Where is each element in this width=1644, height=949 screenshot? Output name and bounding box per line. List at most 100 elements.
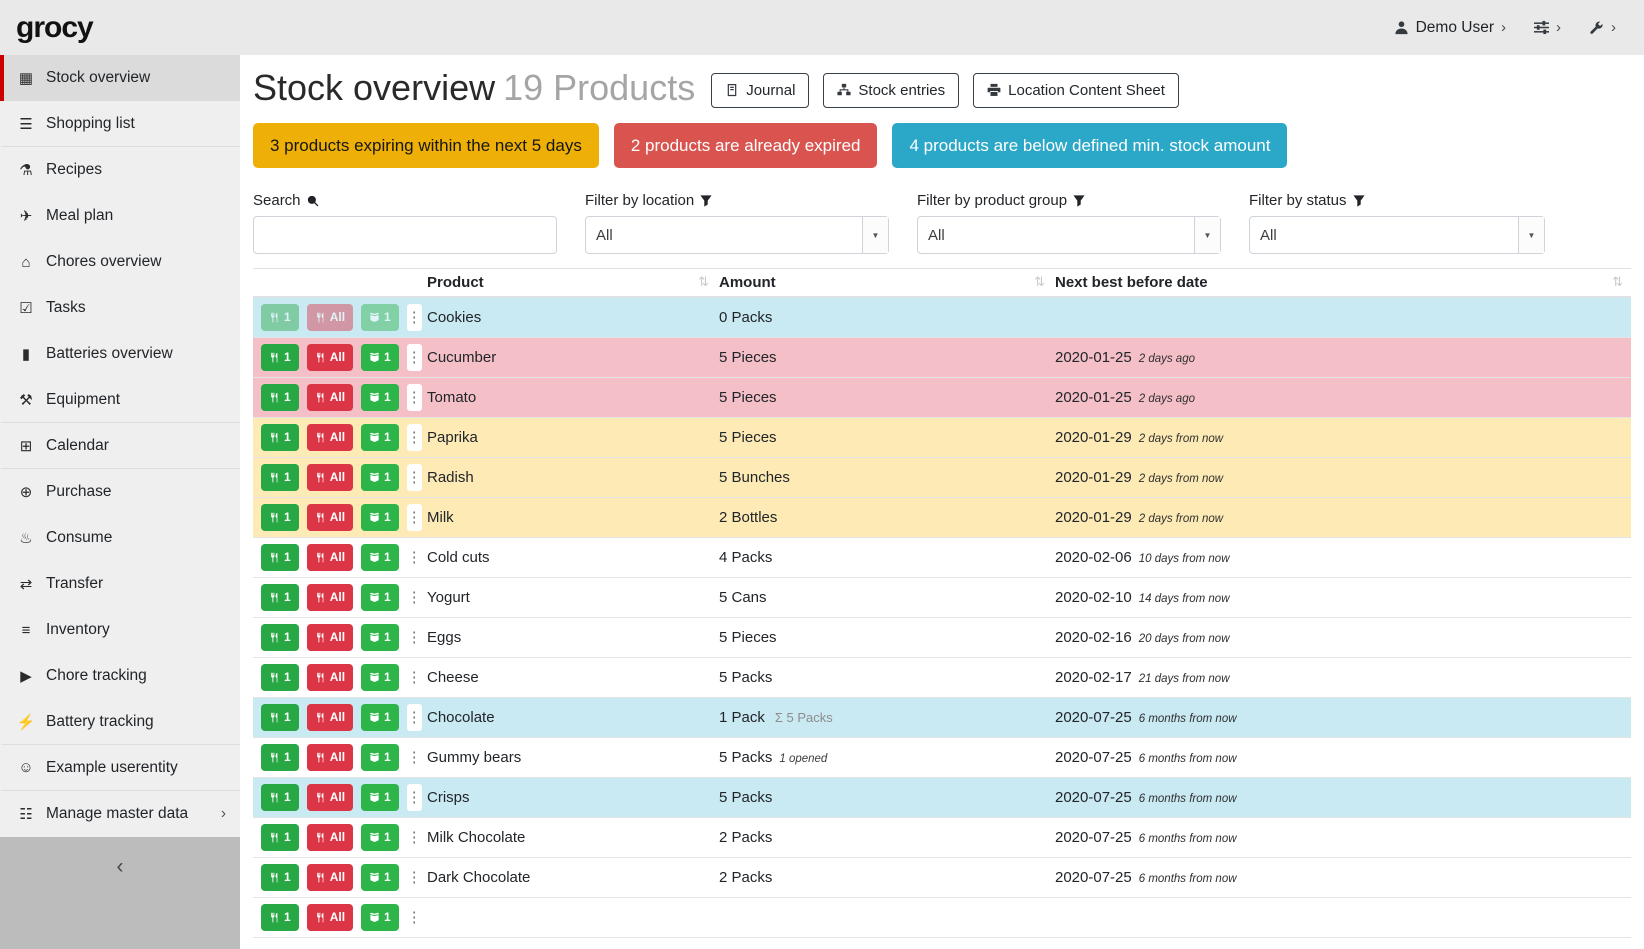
consume-all-button[interactable]: All [307,344,353,371]
open-one-button[interactable]: 1 [361,784,399,811]
consume-one-button[interactable]: 1 [261,584,299,611]
row-menu-button[interactable]: ⋮ [407,504,422,531]
open-one-button[interactable]: 1 [361,384,399,411]
sort-icon[interactable]: ⇅ [1034,274,1045,290]
row-menu-button[interactable]: ⋮ [407,344,422,371]
open-one-button[interactable]: 1 [361,744,399,771]
sidebar-item-equipment[interactable]: ⚒ Equipment [0,377,240,423]
row-menu-button[interactable]: ⋮ [407,864,422,891]
consume-one-button[interactable]: 1 [261,824,299,851]
row-menu-button[interactable]: ⋮ [407,904,422,931]
expired-products-alert[interactable]: 2 products are already expired [614,123,878,168]
consume-all-button[interactable]: All [307,424,353,451]
open-one-button[interactable]: 1 [361,504,399,531]
stock-entries-button[interactable]: Stock entries [823,73,959,108]
open-one-button[interactable]: 1 [361,464,399,491]
open-one-button[interactable]: 1 [361,584,399,611]
sidebar-item-chores-overview[interactable]: ⌂ Chores overview [0,239,240,285]
open-one-button[interactable]: 1 [361,824,399,851]
row-menu-button[interactable]: ⋮ [407,424,422,451]
consume-all-button[interactable]: All [307,584,353,611]
open-one-button[interactable]: 1 [361,664,399,691]
amount-column-header[interactable]: Amount⇅ [717,269,1053,298]
sidebar-item-battery-tracking[interactable]: ⚡ Battery tracking [0,699,240,745]
sidebar-item-stock-overview[interactable]: ▦ Stock overview [0,55,240,101]
consume-one-button[interactable]: 1 [261,304,299,331]
consume-all-button[interactable]: All [307,664,353,691]
consume-one-button[interactable]: 1 [261,544,299,571]
row-menu-button[interactable]: ⋮ [407,784,422,811]
consume-one-button[interactable]: 1 [261,504,299,531]
sidebar-item-manage-master-data[interactable]: ☷ Manage master data › [0,791,240,837]
sidebar-item-consume[interactable]: ♨ Consume [0,515,240,561]
consume-one-button[interactable]: 1 [261,664,299,691]
sidebar-item-inventory[interactable]: ≡ Inventory [0,607,240,653]
search-input[interactable] [253,216,557,254]
consume-one-button[interactable]: 1 [261,744,299,771]
product-group-filter-select[interactable]: All ▼ [917,216,1221,254]
sidebar-item-shopping-list[interactable]: ☰ Shopping list [0,101,240,147]
consume-all-button[interactable]: All [307,304,353,331]
row-menu-button[interactable]: ⋮ [407,304,422,331]
sort-icon[interactable]: ⇅ [1612,274,1623,290]
row-menu-button[interactable]: ⋮ [407,704,422,731]
settings-menu[interactable]: › [1534,19,1561,36]
row-menu-button[interactable]: ⋮ [407,464,422,491]
row-menu-button[interactable]: ⋮ [407,384,422,411]
consume-one-button[interactable]: 1 [261,904,299,931]
consume-all-button[interactable]: All [307,784,353,811]
consume-one-button[interactable]: 1 [261,704,299,731]
below-min-stock-alert[interactable]: 4 products are below defined min. stock … [892,123,1287,168]
sidebar-item-example-userentity[interactable]: ☺ Example userentity [0,745,240,791]
open-one-button[interactable]: 1 [361,704,399,731]
sidebar-item-calendar[interactable]: ⊞ Calendar [0,423,240,469]
admin-menu[interactable]: › [1589,19,1616,36]
open-one-button[interactable]: 1 [361,344,399,371]
open-one-button[interactable]: 1 [361,624,399,651]
consume-one-button[interactable]: 1 [261,424,299,451]
sidebar-item-transfer[interactable]: ⇄ Transfer [0,561,240,607]
consume-all-button[interactable]: All [307,744,353,771]
consume-all-button[interactable]: All [307,704,353,731]
row-menu-button[interactable]: ⋮ [407,664,422,691]
consume-one-button[interactable]: 1 [261,464,299,491]
open-one-button[interactable]: 1 [361,304,399,331]
open-one-button[interactable]: 1 [361,904,399,931]
consume-one-button[interactable]: 1 [261,344,299,371]
sidebar-item-purchase[interactable]: ⊕ Purchase [0,469,240,515]
expiring-products-alert[interactable]: 3 products expiring within the next 5 da… [253,123,599,168]
consume-all-button[interactable]: All [307,624,353,651]
status-filter-select[interactable]: All ▼ [1249,216,1545,254]
sort-icon[interactable]: ⇅ [698,274,709,290]
consume-all-button[interactable]: All [307,464,353,491]
open-one-button[interactable]: 1 [361,864,399,891]
consume-all-button[interactable]: All [307,384,353,411]
sidebar-item-tasks[interactable]: ☑ Tasks [0,285,240,331]
consume-all-button[interactable]: All [307,864,353,891]
product-column-header[interactable]: Product⇅ [425,269,717,298]
consume-all-button[interactable]: All [307,904,353,931]
sidebar-item-batteries-overview[interactable]: ▮ Batteries overview [0,331,240,377]
sidebar-item-chore-tracking[interactable]: ▶ Chore tracking [0,653,240,699]
sidebar-collapse-button[interactable]: ‹ [0,837,240,949]
open-one-button[interactable]: 1 [361,544,399,571]
journal-button[interactable]: Journal [711,73,809,108]
consume-one-button[interactable]: 1 [261,784,299,811]
sidebar-item-recipes[interactable]: ⚗ Recipes [0,147,240,193]
row-menu-button[interactable]: ⋮ [407,624,422,651]
row-menu-button[interactable]: ⋮ [407,744,422,771]
location-filter-select[interactable]: All ▼ [585,216,889,254]
consume-all-button[interactable]: All [307,824,353,851]
row-menu-button[interactable]: ⋮ [407,824,422,851]
consume-one-button[interactable]: 1 [261,384,299,411]
consume-one-button[interactable]: 1 [261,624,299,651]
best-before-column-header[interactable]: Next best before date⇅ [1053,269,1631,298]
consume-all-button[interactable]: All [307,544,353,571]
grocy-logo[interactable]: grocy [16,11,93,45]
sidebar-item-meal-plan[interactable]: ✈ Meal plan [0,193,240,239]
row-menu-button[interactable]: ⋮ [407,584,422,611]
user-menu[interactable]: Demo User › [1394,19,1506,37]
open-one-button[interactable]: 1 [361,424,399,451]
consume-all-button[interactable]: All [307,504,353,531]
row-menu-button[interactable]: ⋮ [407,544,422,571]
